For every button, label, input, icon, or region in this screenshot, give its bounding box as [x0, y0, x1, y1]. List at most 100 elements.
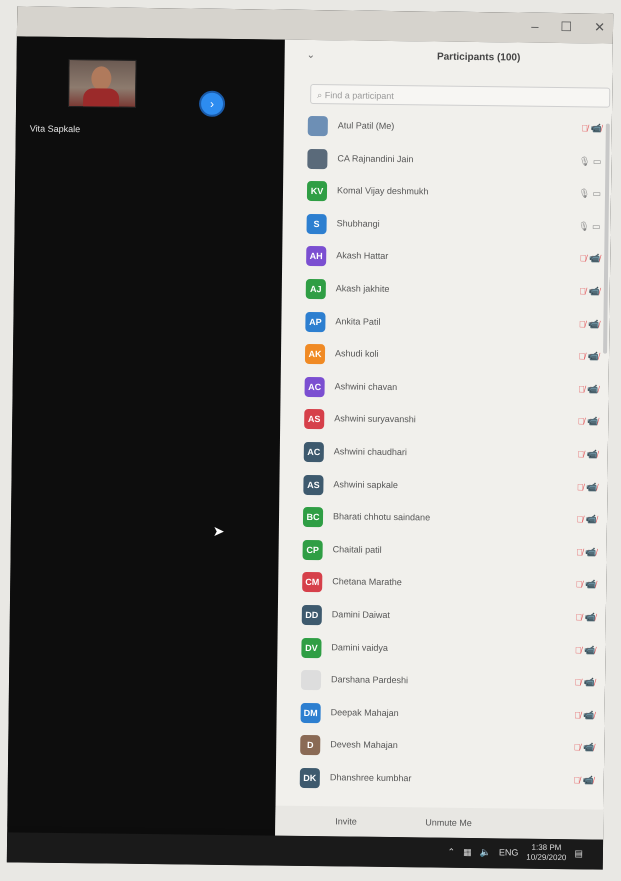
muted-mic-video-icon[interactable]: 🎙̸ 📹̸ [579, 286, 600, 297]
system-tray: ⌃ ▦ 🔈 ENG 1:38 PM 10/29/2020 ▤ [447, 842, 583, 864]
participant-video-thumbnail[interactable] [68, 59, 137, 108]
participant-name: Ashwini chavan [334, 381, 398, 392]
mic-video-icon[interactable]: 🎙 ▭ [578, 221, 601, 232]
avatar: AC [303, 441, 324, 463]
search-placeholder: Find a participant [324, 90, 394, 101]
participant-name: Damini vaidya [331, 641, 389, 653]
muted-mic-video-icon[interactable]: 🎙̸ 📹̸ [577, 482, 598, 493]
notifications-icon[interactable]: ▤ [574, 848, 583, 859]
participant-row[interactable]: AH Akash Hattar 🎙̸ 📹̸ [302, 240, 608, 276]
search-icon: ⌕ [317, 90, 325, 101]
avatar: AP [305, 311, 326, 332]
volume-icon[interactable]: 🔈 [480, 847, 491, 858]
participant-name: Damini Daiwat [331, 609, 390, 620]
window-controls: – ☐ ✕ [531, 19, 605, 36]
participant-row[interactable]: AP Ankita Patil 🎙̸ 📹̸ [301, 305, 607, 341]
muted-mic-video-icon[interactable]: 🎙̸ 📹̸ [575, 645, 596, 656]
avatar: AS [304, 409, 325, 430]
participant-name: Atul Patil (Me) [337, 120, 395, 132]
panel-footer: Invite Unmute Me [275, 805, 604, 840]
participant-search-input[interactable]: ⌕ Find a participant [310, 83, 611, 108]
participants-panel: ⌄ Participants (100) ⌕ Find a participan… [275, 39, 613, 840]
avatar: DK [299, 767, 320, 789]
avatar: AC [304, 376, 325, 397]
muted-mic-video-icon[interactable]: 🎙̸ 📹̸ [576, 514, 597, 525]
mouse-cursor-icon: ➤ [212, 522, 225, 539]
participant-row[interactable]: DD Damini Daiwat 🎙̸ 📹̸ [298, 599, 604, 635]
chevron-up-icon[interactable]: ⌃ [448, 846, 456, 857]
person-body [83, 88, 120, 107]
avatar: AS [303, 474, 324, 495]
avatar: BC [302, 507, 324, 528]
participant-name: Dhanshree kumbhar [329, 772, 412, 784]
muted-mic-video-icon[interactable]: 🎙̸ 📹̸ [576, 547, 597, 558]
participant-row[interactable]: CM Chetana Marathe 🎙̸ 📹̸ [298, 566, 604, 602]
muted-mic-video-icon[interactable]: 🎙̸ 📹̸ [581, 123, 602, 134]
participant-list: Atul Patil (Me) 🎙̸ 📹̸ CA Rajnandini Jain 🎙 … [296, 110, 610, 798]
avatar: AK [304, 344, 326, 365]
mic-video-icon[interactable]: 🎙 ▭ [579, 156, 602, 167]
clock[interactable]: 1:38 PM 10/29/2020 [526, 843, 566, 863]
avatar: KV [306, 181, 328, 202]
participant-row[interactable]: AS Ashwini suryavanshi 🎙̸ 📹̸ [300, 403, 606, 439]
video-area: Vita Sapkale › ➤ [7, 36, 285, 830]
unmute-button[interactable]: Unmute Me [425, 817, 472, 828]
mic-video-icon[interactable]: 🎙 ▭ [578, 188, 602, 199]
person-face [91, 66, 112, 91]
muted-mic-video-icon[interactable]: 🎙̸ 📹̸ [574, 743, 595, 754]
participant-row[interactable]: S Shubhangi 🎙 ▭ [302, 208, 608, 244]
participant-row[interactable]: Atul Patil (Me) 🎙̸ 📹̸ [304, 110, 610, 146]
avatar: AH [306, 246, 327, 267]
screen: – ☐ ✕ Vita Sapkale › ➤ ⌄ Participants (1… [6, 6, 614, 870]
muted-mic-video-icon[interactable]: 🎙̸ 📹̸ [579, 319, 600, 330]
participant-name: Darshana Pardeshi [330, 674, 409, 686]
participant-row[interactable]: AS Ashwini sapkale 🎙̸ 📹̸ [299, 468, 605, 504]
muted-mic-video-icon[interactable]: 🎙̸ 📹̸ [578, 351, 599, 362]
participant-name: Bharati chhotu saindane [332, 511, 431, 523]
muted-mic-video-icon[interactable]: 🎙̸ 📹̸ [580, 254, 601, 265]
avatar: DD [301, 604, 322, 626]
participant-name: Ankita Patil [335, 315, 381, 327]
participant-row[interactable]: CP Chaitali patil 🎙̸ 📹̸ [298, 534, 604, 570]
muted-mic-video-icon[interactable]: 🎙̸ 📹̸ [576, 580, 597, 591]
muted-mic-video-icon[interactable]: 🎙̸ 📹̸ [577, 449, 598, 460]
muted-mic-video-icon[interactable]: 🎙̸ 📹̸ [574, 710, 595, 721]
panel-title: Participants (100) [436, 51, 521, 64]
invite-button[interactable]: Invite [335, 816, 357, 826]
participant-name: CA Rajnandini Jain [337, 152, 414, 164]
muted-mic-video-icon[interactable]: 🎙̸ 📹̸ [575, 612, 596, 623]
participant-row[interactable]: KV Komal Vijay deshmukh 🎙 ▭ [303, 175, 609, 211]
network-icon[interactable]: ▦ [463, 846, 472, 857]
maximize-button[interactable]: ☐ [560, 19, 572, 35]
participant-row[interactable]: DK Dhanshree kumbhar 🎙̸ 📹̸ [296, 762, 602, 798]
participant-row[interactable]: DV Damini vaidya 🎙̸ 📹̸ [297, 631, 603, 667]
participant-name: Chetana Marathe [332, 576, 402, 588]
participant-row[interactable]: BC Bharati chhotu saindane 🎙̸ 📹̸ [299, 501, 605, 537]
participant-name: Ashwini sapkale [333, 478, 399, 490]
participant-row[interactable]: D Devesh Mahajan 🎙̸ 📹̸ [296, 729, 602, 765]
avatar: CM [302, 572, 323, 593]
participant-name: Ashwini chaudhari [333, 446, 407, 458]
muted-mic-video-icon[interactable]: 🎙̸ 📹̸ [574, 677, 596, 688]
muted-mic-video-icon[interactable]: 🎙̸ 📹̸ [573, 775, 594, 786]
participant-row[interactable]: AC Ashwini chaudhari 🎙̸ 📹̸ [300, 436, 606, 472]
participant-row[interactable]: AK Ashudi koli 🎙̸ 📹̸ [301, 338, 607, 374]
participant-row[interactable]: CA Rajnandini Jain 🎙 ▭ [303, 142, 609, 178]
next-page-button[interactable]: › [198, 90, 226, 117]
participant-name: Devesh Mahajan [330, 739, 398, 751]
panel-header: ⌄ Participants (100) [284, 40, 612, 78]
close-button[interactable]: ✕ [594, 19, 605, 35]
participant-name: Shubhangi [336, 218, 380, 229]
clock-time: 1:38 PM [531, 842, 562, 853]
participant-row[interactable]: DM Deepak Mahajan 🎙̸ 📹̸ [296, 697, 602, 733]
avatar: AJ [305, 278, 326, 300]
participant-row[interactable]: Darshana Pardeshi 🎙̸ 📹̸ [297, 664, 603, 700]
muted-mic-video-icon[interactable]: 🎙̸ 📹̸ [578, 417, 599, 428]
muted-mic-video-icon[interactable]: 🎙̸ 📹̸ [578, 384, 599, 395]
participant-name: Komal Vijay deshmukh [336, 185, 429, 197]
minimize-button[interactable]: – [531, 19, 538, 35]
language-indicator[interactable]: ENG [499, 847, 519, 857]
participant-row[interactable]: AC Ashwini chavan 🎙̸ 📹̸ [300, 371, 606, 407]
avatar [307, 148, 328, 169]
participant-row[interactable]: AJ Akash jakhite 🎙̸ 📹̸ [302, 273, 608, 309]
